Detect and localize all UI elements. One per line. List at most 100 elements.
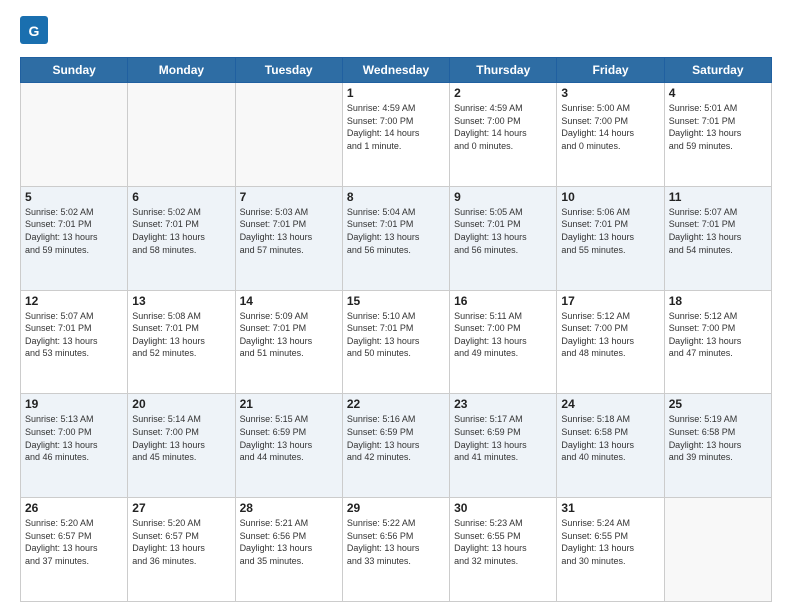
cell-text: Sunrise: 5:12 AMSunset: 7:00 PMDaylight:… [561, 310, 659, 360]
cell-text: Sunrise: 4:59 AMSunset: 7:00 PMDaylight:… [347, 102, 445, 152]
calendar-cell: 14 Sunrise: 5:09 AMSunset: 7:01 PMDayligh… [235, 290, 342, 394]
header: G [20, 16, 772, 49]
day-number: 16 [454, 294, 552, 308]
day-number: 25 [669, 397, 767, 411]
calendar-cell: 2 Sunrise: 4:59 AMSunset: 7:00 PMDaylight… [450, 83, 557, 187]
calendar-cell: 24 Sunrise: 5:18 AMSunset: 6:58 PMDayligh… [557, 394, 664, 498]
col-header-saturday: Saturday [664, 58, 771, 83]
cell-text: Sunrise: 5:02 AMSunset: 7:01 PMDaylight:… [132, 206, 230, 256]
cell-text: Sunrise: 5:02 AMSunset: 7:01 PMDaylight:… [25, 206, 123, 256]
calendar-cell: 17Sunrise: 5:12 AMSunset: 7:00 PMDayligh… [557, 290, 664, 394]
day-number: 30 [454, 501, 552, 515]
day-number: 8 [347, 190, 445, 204]
calendar-cell: 20 Sunrise: 5:14 AMSunset: 7:00 PMDayligh… [128, 394, 235, 498]
day-number: 3 [561, 86, 659, 100]
cell-text: Sunrise: 5:03 AMSunset: 7:01 PMDaylight:… [240, 206, 338, 256]
cell-text: Sunrise: 5:18 AMSunset: 6:58 PMDaylight:… [561, 413, 659, 463]
cell-text: Sunrise: 5:06 AMSunset: 7:01 PMDaylight:… [561, 206, 659, 256]
week-row-4: 19 Sunrise: 5:13 AMSunset: 7:00 PMDayligh… [21, 394, 772, 498]
cell-text: Sunrise: 5:20 AMSunset: 6:57 PMDaylight:… [25, 517, 123, 567]
calendar-cell: 21Sunrise: 5:15 AMSunset: 6:59 PMDayligh… [235, 394, 342, 498]
logo: G [20, 16, 52, 49]
calendar-cell: 15 Sunrise: 5:10 AMSunset: 7:01 PMDayligh… [342, 290, 449, 394]
cell-text: Sunrise: 5:12 AMSunset: 7:00 PMDaylight:… [669, 310, 767, 360]
calendar-cell: 28 Sunrise: 5:21 AMSunset: 6:56 PMDayligh… [235, 498, 342, 602]
col-header-thursday: Thursday [450, 58, 557, 83]
day-number: 28 [240, 501, 338, 515]
day-number: 1 [347, 86, 445, 100]
day-number: 31 [561, 501, 659, 515]
col-header-wednesday: Wednesday [342, 58, 449, 83]
cell-text: Sunrise: 4:59 AMSunset: 7:00 PMDaylight:… [454, 102, 552, 152]
col-header-sunday: Sunday [21, 58, 128, 83]
cell-text: Sunrise: 5:13 AMSunset: 7:00 PMDaylight:… [25, 413, 123, 463]
calendar-cell: 26 Sunrise: 5:20 AMSunset: 6:57 PMDayligh… [21, 498, 128, 602]
week-row-3: 12 Sunrise: 5:07 AMSunset: 7:01 PMDayligh… [21, 290, 772, 394]
cell-text: Sunrise: 5:21 AMSunset: 6:56 PMDaylight:… [240, 517, 338, 567]
calendar-cell: 8Sunrise: 5:04 AMSunset: 7:01 PMDaylight… [342, 186, 449, 290]
day-number: 21 [240, 397, 338, 411]
day-number: 19 [25, 397, 123, 411]
col-header-monday: Monday [128, 58, 235, 83]
calendar-cell: 4 Sunrise: 5:01 AMSunset: 7:01 PMDaylight… [664, 83, 771, 187]
day-number: 4 [669, 86, 767, 100]
calendar-cell: 16 Sunrise: 5:11 AMSunset: 7:00 PMDayligh… [450, 290, 557, 394]
week-row-5: 26 Sunrise: 5:20 AMSunset: 6:57 PMDayligh… [21, 498, 772, 602]
week-row-1: 1 Sunrise: 4:59 AMSunset: 7:00 PMDaylight… [21, 83, 772, 187]
calendar-cell: 3Sunrise: 5:00 AMSunset: 7:00 PMDaylight… [557, 83, 664, 187]
day-number: 24 [561, 397, 659, 411]
day-number: 6 [132, 190, 230, 204]
day-number: 12 [25, 294, 123, 308]
cell-text: Sunrise: 5:10 AMSunset: 7:01 PMDaylight:… [347, 310, 445, 360]
calendar-cell: 13 Sunrise: 5:08 AMSunset: 7:01 PMDayligh… [128, 290, 235, 394]
calendar-cell: 11Sunrise: 5:07 AMSunset: 7:01 PMDayligh… [664, 186, 771, 290]
calendar-cell [21, 83, 128, 187]
col-header-friday: Friday [557, 58, 664, 83]
cell-text: Sunrise: 5:14 AMSunset: 7:00 PMDaylight:… [132, 413, 230, 463]
calendar-cell: 10 Sunrise: 5:06 AMSunset: 7:01 PMDayligh… [557, 186, 664, 290]
calendar-cell: 27Sunrise: 5:20 AMSunset: 6:57 PMDayligh… [128, 498, 235, 602]
day-number: 26 [25, 501, 123, 515]
calendar-cell [235, 83, 342, 187]
day-number: 14 [240, 294, 338, 308]
logo-icon: G [20, 16, 48, 44]
svg-text:G: G [29, 23, 40, 39]
calendar-cell: 31 Sunrise: 5:24 AMSunset: 6:55 PMDayligh… [557, 498, 664, 602]
cell-text: Sunrise: 5:17 AMSunset: 6:59 PMDaylight:… [454, 413, 552, 463]
day-number: 20 [132, 397, 230, 411]
calendar-cell: 12 Sunrise: 5:07 AMSunset: 7:01 PMDayligh… [21, 290, 128, 394]
calendar-cell: 9Sunrise: 5:05 AMSunset: 7:01 PMDaylight… [450, 186, 557, 290]
cell-text: Sunrise: 5:19 AMSunset: 6:58 PMDaylight:… [669, 413, 767, 463]
calendar-table: SundayMondayTuesdayWednesdayThursdayFrid… [20, 57, 772, 602]
cell-text: Sunrise: 5:05 AMSunset: 7:01 PMDaylight:… [454, 206, 552, 256]
cell-text: Sunrise: 5:01 AMSunset: 7:01 PMDaylight:… [669, 102, 767, 152]
calendar-cell: 1 Sunrise: 4:59 AMSunset: 7:00 PMDaylight… [342, 83, 449, 187]
calendar-cell: 18Sunrise: 5:12 AMSunset: 7:00 PMDayligh… [664, 290, 771, 394]
calendar-cell [664, 498, 771, 602]
calendar-cell: 30 Sunrise: 5:23 AMSunset: 6:55 PMDayligh… [450, 498, 557, 602]
calendar-cell: 7Sunrise: 5:03 AMSunset: 7:01 PMDaylight… [235, 186, 342, 290]
calendar-cell [128, 83, 235, 187]
calendar-cell: 19 Sunrise: 5:13 AMSunset: 7:00 PMDayligh… [21, 394, 128, 498]
cell-text: Sunrise: 5:07 AMSunset: 7:01 PMDaylight:… [669, 206, 767, 256]
cell-text: Sunrise: 5:11 AMSunset: 7:00 PMDaylight:… [454, 310, 552, 360]
cell-text: Sunrise: 5:20 AMSunset: 6:57 PMDaylight:… [132, 517, 230, 567]
cell-text: Sunrise: 5:22 AMSunset: 6:56 PMDaylight:… [347, 517, 445, 567]
calendar-cell: 6 Sunrise: 5:02 AMSunset: 7:01 PMDaylight… [128, 186, 235, 290]
page: G SundayMondayTuesdayWednesdayThursdayFr… [0, 0, 792, 612]
day-number: 5 [25, 190, 123, 204]
col-header-tuesday: Tuesday [235, 58, 342, 83]
calendar-cell: 22Sunrise: 5:16 AMSunset: 6:59 PMDayligh… [342, 394, 449, 498]
cell-text: Sunrise: 5:23 AMSunset: 6:55 PMDaylight:… [454, 517, 552, 567]
day-number: 10 [561, 190, 659, 204]
day-number: 13 [132, 294, 230, 308]
cell-text: Sunrise: 5:07 AMSunset: 7:01 PMDaylight:… [25, 310, 123, 360]
cell-text: Sunrise: 5:09 AMSunset: 7:01 PMDaylight:… [240, 310, 338, 360]
day-number: 2 [454, 86, 552, 100]
cell-text: Sunrise: 5:08 AMSunset: 7:01 PMDaylight:… [132, 310, 230, 360]
day-number: 15 [347, 294, 445, 308]
cell-text: Sunrise: 5:24 AMSunset: 6:55 PMDaylight:… [561, 517, 659, 567]
day-number: 23 [454, 397, 552, 411]
day-number: 22 [347, 397, 445, 411]
calendar-cell: 5 Sunrise: 5:02 AMSunset: 7:01 PMDaylight… [21, 186, 128, 290]
